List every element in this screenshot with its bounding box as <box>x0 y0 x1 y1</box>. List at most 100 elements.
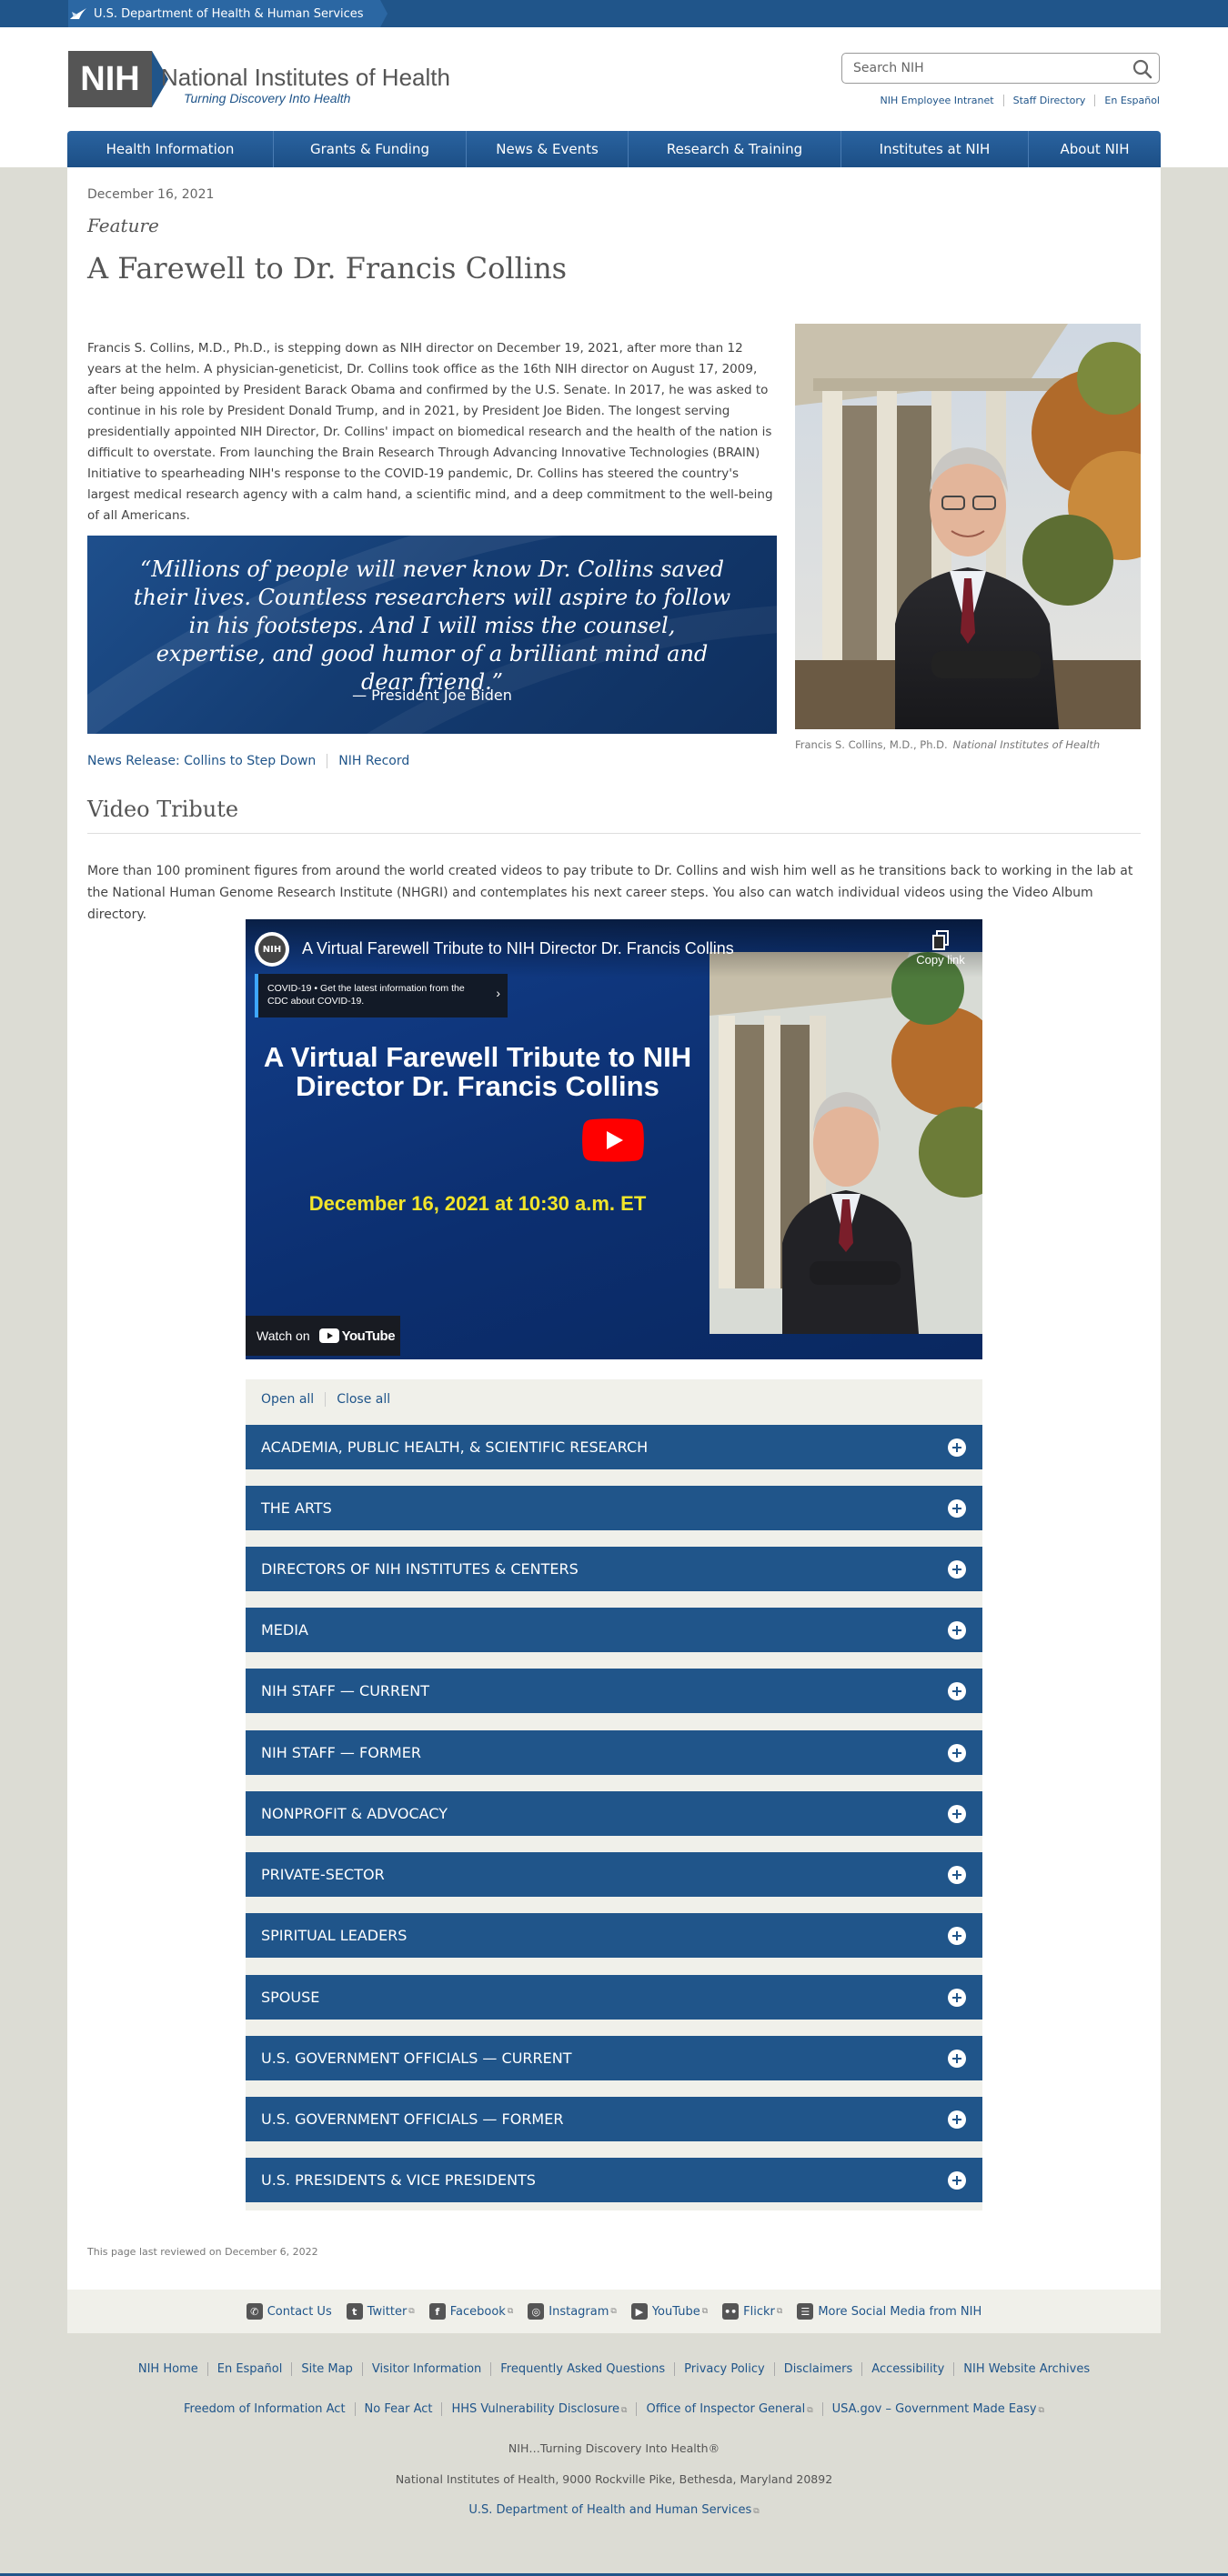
accordion-item[interactable]: MEDIA <box>246 1608 982 1652</box>
footer-link[interactable]: En Español <box>206 2362 292 2376</box>
flickr-link[interactable]: •• Flickr ⧉ <box>722 2303 782 2320</box>
search-input[interactable] <box>853 60 1117 76</box>
close-all-link[interactable]: Close all <box>325 1392 401 1407</box>
external-link-icon: ⧉ <box>753 2507 760 2516</box>
nav-about[interactable]: About NIH <box>1028 131 1161 167</box>
photo-caption-name: Francis S. Collins, M.D., Ph.D. <box>795 738 948 751</box>
last-reviewed: This page last reviewed on December 6, 2… <box>87 2246 318 2258</box>
footer-tagline: NIH…Turning Discovery Into Health® <box>508 2441 720 2455</box>
plus-circle-icon <box>948 1866 966 1884</box>
instagram-link[interactable]: ◎ Instagram ⧉ <box>528 2303 617 2320</box>
accordion-item-label: ACADEMIA, PUBLIC HEALTH, & SCIENTIFIC RE… <box>261 1438 649 1456</box>
accordion-item[interactable]: U.S. GOVERNMENT OFFICIALS — CURRENT <box>246 2036 982 2080</box>
footer-link[interactable]: Visitor Information <box>361 2362 490 2376</box>
collins-photo <box>795 324 1141 729</box>
footer-link[interactable]: No Fear Act <box>354 2402 442 2416</box>
quote-attribution: — President Joe Biden <box>352 687 512 704</box>
nav-news-events[interactable]: News & Events <box>466 131 628 167</box>
accordion-controls: Open all Close all <box>261 1392 401 1407</box>
footer-link[interactable]: Freedom of Information Act <box>175 2402 355 2416</box>
footer-link[interactable]: Site Map <box>291 2362 362 2376</box>
accordion-item-label: SPOUSE <box>261 1989 320 2006</box>
external-link-icon: ⧉ <box>621 2406 628 2415</box>
hhs-link[interactable]: U.S. Department of Health & Human Servic… <box>68 0 388 27</box>
accordion-item-label: NONPROFIT & ADVOCACY <box>261 1805 448 1822</box>
watch-on-label: Watch on <box>257 1328 310 1343</box>
social-label: YouTube <box>651 2304 700 2319</box>
external-link-icon: ⧉ <box>701 2307 709 2316</box>
accordion-item-label: NIH STAFF — CURRENT <box>261 1682 429 1699</box>
footer-address: National Institutes of Health, 9000 Rock… <box>395 2472 833 2486</box>
footer-links-row-1: NIH Home En Español Site Map Visitor Inf… <box>0 2362 1228 2376</box>
copy-link-label: Copy link <box>916 953 965 967</box>
accordion-item[interactable]: ACADEMIA, PUBLIC HEALTH, & SCIENTIFIC RE… <box>246 1425 982 1469</box>
accordion-item[interactable]: SPOUSE <box>246 1975 982 2020</box>
nav-research-training[interactable]: Research & Training <box>628 131 840 167</box>
nih-record-link[interactable]: NIH Record <box>327 754 420 768</box>
nav-grants-funding[interactable]: Grants & Funding <box>273 131 466 167</box>
plus-circle-icon <box>948 1621 966 1639</box>
footer-link[interactable]: Office of Inspector General ⧉ <box>636 2402 821 2416</box>
facebook-link[interactable]: f Facebook ⧉ <box>428 2303 513 2320</box>
watch-on-youtube-button[interactable]: Watch on YouTube <box>246 1316 400 1356</box>
accordion-item[interactable]: U.S. PRESIDENTS & VICE PRESIDENTS <box>246 2158 982 2202</box>
footer-link[interactable]: Disclaimers <box>773 2362 862 2376</box>
accordion-item[interactable]: NIH STAFF — FORMER <box>246 1730 982 1775</box>
staff-directory-link[interactable]: Staff Directory <box>1002 95 1095 106</box>
covid-info-banner[interactable]: COVID-19 • Get the latest information fr… <box>255 974 508 1017</box>
footer-link[interactable]: Accessibility <box>861 2362 953 2376</box>
open-all-link[interactable]: Open all <box>261 1392 325 1407</box>
more-social-media-link[interactable]: ☰ More Social Media from NIH <box>797 2303 981 2320</box>
footer-link[interactable]: Privacy Policy <box>674 2362 774 2376</box>
nav-institutes[interactable]: Institutes at NIH <box>840 131 1028 167</box>
employee-intranet-link[interactable]: NIH Employee Intranet <box>871 95 1003 106</box>
utility-links: NIH Employee Intranet Staff Directory En… <box>871 95 1160 106</box>
twitter-link[interactable]: t Twitter ⧉ <box>346 2303 415 2320</box>
en-espanol-link[interactable]: En Español <box>1094 95 1160 106</box>
hhs-link-label: U.S. Department of Health & Human Servic… <box>94 6 364 21</box>
footer-link[interactable]: Frequently Asked Questions <box>490 2362 674 2376</box>
video-channel-avatar[interactable]: NIH <box>255 932 289 967</box>
copy-icon <box>932 930 949 950</box>
accordion-item[interactable]: THE ARTS <box>246 1486 982 1530</box>
video-headline: A Virtual Farewell Tribute to NIH Direct… <box>263 1041 692 1102</box>
contact-us-link[interactable]: ✆ Contact Us <box>246 2303 332 2320</box>
social-label: Instagram <box>549 2304 609 2319</box>
search-icon[interactable] <box>1132 58 1153 80</box>
external-link-icon: ⧉ <box>1038 2406 1044 2415</box>
accordion-item[interactable]: SPIRITUAL LEADERS <box>246 1913 982 1958</box>
accordion-item[interactable]: U.S. GOVERNMENT OFFICIALS — FORMER <box>246 2097 982 2141</box>
copy-link-button[interactable]: Copy link <box>908 930 973 967</box>
youtube-video-embed[interactable]: NIH A Virtual Farewell Tribute to NIH Di… <box>246 919 982 1359</box>
twitter-icon: t <box>346 2303 363 2320</box>
footer-link[interactable]: HHS Vulnerability Disclosure ⧉ <box>441 2402 636 2416</box>
photo-credit: National Institutes of Health <box>952 738 1101 751</box>
news-release-link[interactable]: News Release: Collins to Step Down <box>87 754 327 768</box>
accordion-item-label: U.S. PRESIDENTS & VICE PRESIDENTS <box>261 2171 536 2189</box>
social-label: Contact Us <box>267 2304 332 2319</box>
footer-link[interactable]: NIH Home <box>129 2362 207 2376</box>
video-title[interactable]: A Virtual Farewell Tribute to NIH Direct… <box>302 939 734 958</box>
youtube-link[interactable]: ▶ YouTube ⧉ <box>630 2303 709 2320</box>
social-label: More Social Media from NIH <box>818 2304 982 2319</box>
footer-link[interactable]: USA.gov – Government Made Easy ⧉ <box>821 2402 1053 2416</box>
plus-circle-icon <box>948 1989 966 2007</box>
hhs-footer-link[interactable]: U.S. Department of Health and Human Serv… <box>468 2503 759 2517</box>
hhs-eagle-icon <box>70 8 86 19</box>
nih-logo[interactable]: NIH <box>68 51 152 107</box>
accordion-item[interactable]: PRIVATE-SECTOR <box>246 1852 982 1897</box>
nav-health-information[interactable]: Health Information <box>67 131 273 167</box>
accordion-item[interactable]: NONPROFIT & ADVOCACY <box>246 1791 982 1836</box>
article-intro: Francis S. Collins, M.D., Ph.D., is step… <box>87 341 773 523</box>
accordion-item[interactable]: NIH STAFF — CURRENT <box>246 1669 982 1713</box>
facebook-icon: f <box>428 2303 446 2320</box>
accordion-item[interactable]: DIRECTORS OF NIH INSTITUTES & CENTERS <box>246 1547 982 1591</box>
footer-link-label: Office of Inspector General <box>646 2402 806 2416</box>
external-link-icon: ⧉ <box>807 2406 813 2415</box>
chevron-right-icon: › <box>496 986 500 1000</box>
footer-link[interactable]: NIH Website Archives <box>953 2362 1099 2376</box>
site-title[interactable]: National Institutes of Health <box>161 64 450 92</box>
video-event-date: December 16, 2021 at 10:30 a.m. ET <box>308 1192 647 1215</box>
play-button-icon[interactable] <box>582 1118 644 1162</box>
photo-caption: Francis S. Collins, M.D., Ph.D. National … <box>795 738 1100 751</box>
